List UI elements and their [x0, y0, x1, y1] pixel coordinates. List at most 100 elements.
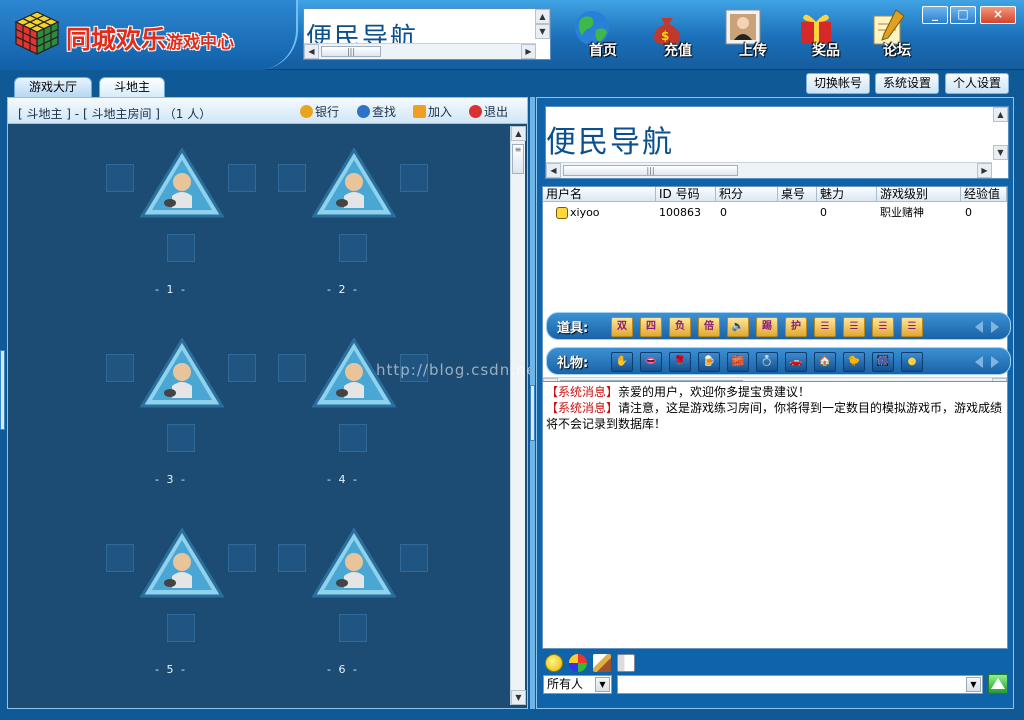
seat-left[interactable]: [278, 544, 306, 572]
tab-game-hall[interactable]: 游戏大厅: [14, 77, 93, 97]
col-level[interactable]: 游戏级别: [877, 187, 961, 202]
game-table[interactable]: - 1 -: [106, 140, 256, 310]
side-banner-scroll-left[interactable]: ◀: [546, 163, 561, 178]
minimize-button[interactable]: _: [922, 6, 948, 24]
nav-home-button[interactable]: 首页: [562, 8, 626, 64]
banner-hscroll[interactable]: ◀ ||| ▶: [304, 43, 536, 59]
broom-icon[interactable]: [593, 654, 611, 672]
banner-scroll-left[interactable]: ◀: [304, 44, 319, 59]
col-username[interactable]: 用户名: [543, 187, 656, 202]
tab-doudizhu[interactable]: 斗地主: [99, 77, 166, 97]
gift-item-icon[interactable]: 🏠: [814, 352, 836, 372]
prop-item-icon[interactable]: 🔈: [727, 317, 749, 337]
props-next-icon[interactable]: [991, 321, 999, 333]
col-charm[interactable]: 魅力: [817, 187, 877, 202]
col-table[interactable]: 桌号: [778, 187, 817, 202]
join-button[interactable]: 加入: [413, 104, 452, 120]
gift-item-icon[interactable]: 🍺: [698, 352, 720, 372]
seat-right[interactable]: [228, 354, 256, 382]
prop-item-icon[interactable]: 双: [611, 317, 633, 337]
nav-prize-button[interactable]: 奖品: [785, 8, 849, 64]
game-table[interactable]: - 4 -: [278, 330, 428, 500]
table-row[interactable]: xiyoo 100863 0 0 职业赌神 0: [543, 204, 1007, 221]
splitter-grip[interactable]: [530, 385, 535, 441]
seat-right[interactable]: [400, 164, 428, 192]
prop-item-icon[interactable]: ☰: [814, 317, 836, 337]
chat-input[interactable]: ▼: [617, 675, 983, 694]
seat-left[interactable]: [106, 544, 134, 572]
gift-item-icon[interactable]: 👄: [640, 352, 662, 372]
find-button[interactable]: 查找: [357, 104, 396, 120]
seat-bottom[interactable]: [167, 424, 195, 452]
seat-right[interactable]: [400, 544, 428, 572]
seat-left[interactable]: [278, 354, 306, 382]
gifts-next-icon[interactable]: [991, 356, 999, 368]
banner-scroll-right[interactable]: ▶: [521, 44, 536, 59]
side-banner-scroll-right[interactable]: ▶: [977, 163, 992, 178]
game-table[interactable]: - 5 -: [106, 520, 256, 690]
chevron-down-icon[interactable]: ▼: [966, 677, 981, 692]
gift-item-icon[interactable]: 🚗: [785, 352, 807, 372]
chat-log[interactable]: 【系统消息】亲爱的用户，欢迎你多提宝贵建议！ 【系统消息】请注意，这是游戏练习房…: [542, 381, 1008, 649]
banner-scroll-down[interactable]: ▼: [535, 24, 550, 39]
side-banner[interactable]: 便民导航 ▲ ▼ ◀ ||| ▶: [545, 106, 1009, 179]
chevron-down-icon[interactable]: ▼: [595, 677, 610, 692]
bank-button[interactable]: 银行: [300, 104, 339, 120]
nav-upload-button[interactable]: 上传: [712, 8, 776, 64]
smiley-icon[interactable]: [545, 654, 563, 672]
col-exp[interactable]: 经验值: [961, 187, 1007, 202]
seat-bottom[interactable]: [339, 234, 367, 262]
prop-item-icon[interactable]: 四: [640, 317, 662, 337]
seat-bottom[interactable]: [339, 424, 367, 452]
maximize-button[interactable]: □: [950, 6, 976, 24]
nav-recharge-button[interactable]: $ 充值: [637, 8, 701, 64]
seat-bottom[interactable]: [339, 614, 367, 642]
system-settings-button[interactable]: 系统设置: [875, 73, 940, 94]
nav-forum-button[interactable]: 论坛: [856, 8, 920, 64]
seat-right[interactable]: [228, 164, 256, 192]
side-banner-scroll-down[interactable]: ▼: [993, 145, 1008, 160]
gift-item-icon[interactable]: 💍: [756, 352, 778, 372]
chat-target-select[interactable]: 所有人 ▼: [543, 675, 612, 694]
game-table[interactable]: - 3 -: [106, 330, 256, 500]
game-table[interactable]: - 2 -: [278, 140, 428, 310]
prop-item-icon[interactable]: 护: [785, 317, 807, 337]
prop-item-icon[interactable]: 倍: [698, 317, 720, 337]
gifts-prev-icon[interactable]: [975, 356, 983, 368]
gift-item-icon[interactable]: ✋: [611, 352, 633, 372]
prop-item-icon[interactable]: ☰: [872, 317, 894, 337]
personal-settings-button[interactable]: 个人设置: [945, 73, 1010, 94]
seat-left[interactable]: [106, 164, 134, 192]
banner-scroll-up[interactable]: ▲: [535, 9, 550, 24]
left-edge-grip[interactable]: [0, 350, 5, 430]
close-button[interactable]: ×: [980, 6, 1016, 24]
gift-item-icon[interactable]: ●: [901, 352, 923, 372]
send-button[interactable]: [988, 674, 1008, 694]
seat-bottom[interactable]: [167, 614, 195, 642]
seat-left[interactable]: [278, 164, 306, 192]
gift-item-icon[interactable]: 🧱: [727, 352, 749, 372]
seat-left[interactable]: [106, 354, 134, 382]
prop-item-icon[interactable]: ☰: [901, 317, 923, 337]
col-id[interactable]: ID 号码: [656, 187, 716, 202]
col-score[interactable]: 积分: [716, 187, 778, 202]
gift-item-icon[interactable]: 🎆: [872, 352, 894, 372]
game-table[interactable]: - 6 -: [278, 520, 428, 690]
gift-item-icon[interactable]: 🌹: [669, 352, 691, 372]
tables-scroll-thumb[interactable]: ≡: [512, 144, 524, 174]
gift-item-icon[interactable]: 🐤: [843, 352, 865, 372]
prop-item-icon[interactable]: 踢: [756, 317, 778, 337]
banner-scroll-thumb[interactable]: |||: [321, 46, 381, 57]
speaker-icon[interactable]: [617, 654, 635, 672]
props-prev-icon[interactable]: [975, 321, 983, 333]
seat-bottom[interactable]: [167, 234, 195, 262]
exit-button[interactable]: 退出: [469, 104, 508, 120]
tables-vscroll[interactable]: ▲ ≡ ▼: [510, 126, 526, 705]
side-banner-hscroll[interactable]: ◀ ||| ▶: [546, 162, 992, 178]
side-banner-scroll-thumb[interactable]: |||: [563, 165, 738, 176]
prop-item-icon[interactable]: 负: [669, 317, 691, 337]
prop-item-icon[interactable]: ☰: [843, 317, 865, 337]
tables-scroll-up[interactable]: ▲: [511, 126, 526, 141]
tables-scroll-down[interactable]: ▼: [511, 690, 526, 705]
seat-right[interactable]: [228, 544, 256, 572]
